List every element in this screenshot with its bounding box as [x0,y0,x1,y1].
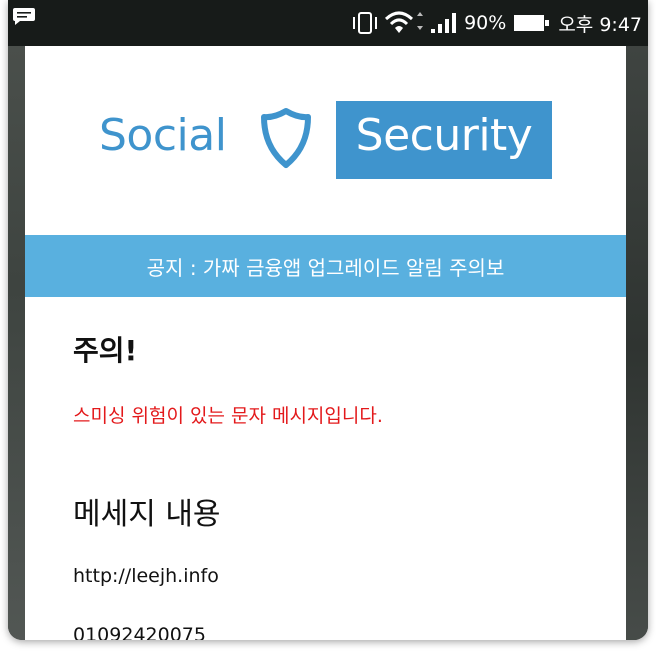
background-right [626,46,648,640]
message-icon [13,8,35,25]
vibrate-icon [353,12,378,34]
smishing-warning: 스미싱 위험이 있는 문자 메시지입니다. [73,405,383,427]
logo-word-social: Social [99,110,227,161]
message-url: http://leejh.info [73,565,219,587]
status-bar: 90% 오후 9:47 [8,0,648,46]
battery-icon [514,15,550,31]
smishing-alert-dialog: Social Security 공지 : 가짜 금융앱 업그레이드 알림 주의보… [25,46,626,640]
logo-word-security: Security [355,110,533,161]
social-security-logo: Social Security [25,101,626,181]
shield-icon [261,108,311,168]
signal-icon [431,13,457,33]
wifi-icon [385,11,424,33]
battery-percent: 90% [464,12,507,34]
caution-heading: 주의! [73,334,138,367]
background-left [8,46,25,640]
message-content-heading: 메세지 내용 [73,497,221,532]
notice-banner[interactable]: 공지 : 가짜 금융앱 업그레이드 알림 주의보 [25,235,626,297]
logo-security-box: Security [336,101,552,179]
sender-number: 01092420075 [73,624,206,640]
phone-screen: 90% 오후 9:47 Social Security 공지 : 가짜 금융앱 … [8,0,648,640]
clock: 오후 9:47 [558,13,642,36]
